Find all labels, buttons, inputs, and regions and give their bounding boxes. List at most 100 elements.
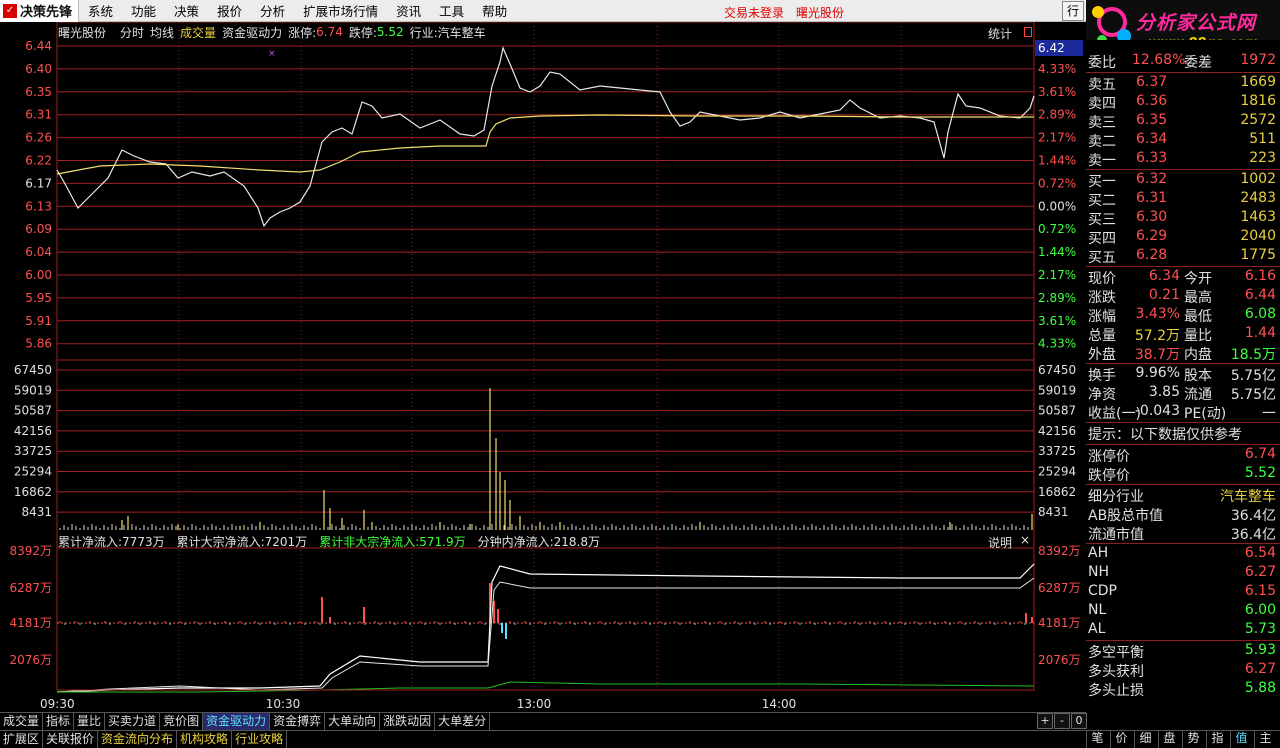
volume-tick-label: 50587 [14, 404, 52, 418]
price-tick-label: 6.40 [25, 62, 52, 76]
right-tab[interactable]: 价 [1110, 730, 1132, 748]
indicator-tab[interactable]: 买卖力道 [105, 713, 161, 730]
hint-text: 提示：以下数据仅供参考 [1088, 427, 1242, 443]
indicator-tab[interactable]: 资金驱动力 [203, 713, 271, 730]
time-tick-label: 10:30 [266, 697, 301, 711]
extension-tab[interactable]: 资金流向分布 [98, 731, 178, 748]
brand: ✓ 决策先锋 [0, 0, 80, 22]
fund-total-inflow: 累计净流入:7773万 [58, 535, 165, 549]
stat-value: 38.7万 [1134, 347, 1180, 363]
sell-row: 卖三 6.35 2572 [1086, 112, 1280, 131]
right-tab[interactable]: 主 [1254, 730, 1276, 748]
right-tab[interactable]: 细 [1134, 730, 1156, 748]
volume-tick-label-right: 25294 [1038, 465, 1076, 479]
buy-label: 买三 [1088, 212, 1116, 228]
zoom-button[interactable]: + [1037, 713, 1053, 729]
indicator-tab[interactable]: 大单差分 [435, 713, 491, 730]
indicator-tab[interactable]: 资金搏弈 [270, 713, 326, 730]
percent-tick-label: 2.89% [1038, 291, 1076, 305]
industry-value: 汽车整车 [1220, 489, 1276, 505]
indicator-row: AL 5.73 [1086, 621, 1280, 640]
brand-name: 决策先锋 [20, 5, 73, 20]
average-line [56, 114, 1034, 175]
stat-value: 6.44 [1244, 287, 1276, 303]
percent-tick-label: 4.33% [1038, 62, 1076, 76]
fund-large-line [56, 577, 1035, 693]
extension-tab[interactable]: 关联报价 [43, 731, 99, 748]
right-tab[interactable]: 笔 [1086, 730, 1108, 748]
stat2-row: 收益(一) -0.043 PE(动) 一 [1086, 403, 1280, 422]
extension-tab[interactable]: 机构攻略 [177, 731, 233, 748]
buy-label: 买二 [1088, 193, 1116, 209]
menu-quote[interactable]: 报价 [208, 1, 251, 20]
indicator-tab[interactable]: 量比 [74, 713, 106, 730]
panel-separator [1086, 422, 1280, 423]
extension-tab[interactable]: 扩展区 [0, 731, 44, 748]
volume-tick-label: 8431 [21, 505, 52, 519]
stat-value: 6.34 [1148, 268, 1180, 284]
right-tab[interactable]: 盘 [1158, 730, 1180, 748]
menu-tools[interactable]: 工具 [430, 1, 473, 20]
close-icon[interactable]: × [1020, 533, 1030, 547]
indicator-tab[interactable]: 涨跌动因 [380, 713, 436, 730]
stat-value: 3.43% [1135, 306, 1180, 322]
price-tick-label: 6.35 [25, 85, 52, 99]
info-volume[interactable]: 成交量 [180, 24, 216, 41]
bid-ratio-label: 委比 [1088, 55, 1116, 71]
stat-label: 最高 [1184, 290, 1212, 306]
right-tab[interactable]: 势 [1182, 730, 1204, 748]
trade-login-status[interactable]: 交易未登录 [724, 4, 784, 21]
chart-frame [56, 22, 1035, 691]
market-cap-label: AB股总市值 [1088, 508, 1164, 524]
stat-row: 外盘 38.7万 内盘 18.5万 [1086, 344, 1280, 363]
sell-volume: 511 [1249, 131, 1276, 147]
menu-system[interactable]: 系统 [79, 1, 122, 20]
menu-decision[interactable]: 决策 [165, 1, 208, 20]
hint-row: 提示：以下数据仅供参考 [1086, 424, 1280, 443]
menu-news[interactable]: 资讯 [387, 1, 430, 20]
zoom-button[interactable]: 0 [1071, 713, 1087, 729]
extension-tab[interactable]: 行业攻略 [232, 731, 288, 748]
explain-button[interactable]: 说明 [988, 534, 1012, 551]
buy-row: 买五 6.28 1775 [1086, 247, 1280, 266]
sell-price: 6.36 [1136, 93, 1168, 109]
percent-tick-label: 4.33% [1038, 337, 1076, 351]
indicator-tab[interactable]: 大单动向 [325, 713, 381, 730]
stat2-value: 9.96% [1135, 365, 1180, 381]
price-tick-label: 6.13 [25, 199, 52, 213]
menu-analysis[interactable]: 分析 [251, 1, 294, 20]
sell-row: 卖一 6.33 223 [1086, 150, 1280, 169]
indicator-row: CDP 6.15 [1086, 583, 1280, 602]
limit-label: 涨停价 [1088, 449, 1130, 465]
percent-tick-label: 2.89% [1038, 108, 1076, 122]
right-tab[interactable]: 值 [1230, 730, 1252, 748]
indicator-tab[interactable]: 竞价图 [160, 713, 204, 730]
volume-tick-label-right: 42156 [1038, 424, 1076, 438]
stat-row: 涨幅 3.43% 最低 6.08 [1086, 306, 1280, 325]
indicator-tab[interactable]: 指标 [43, 713, 75, 730]
sell-volume: 1669 [1240, 74, 1276, 90]
intraday-chart[interactable]: 6.44 6.40 6.35 6.31 6.26 6.22 6.17 6.13 6.09 6.04… [0, 22, 1086, 712]
info-bar: 曙光股份 分时 均线 成交量 资金驱动力 涨停: 6.74 跌停: 5.52 行… [58, 24, 486, 40]
indicator-tab[interactable]: 成交量 [0, 713, 44, 730]
info-fenshi[interactable]: 分时 [120, 24, 144, 41]
menu-function[interactable]: 功能 [122, 1, 165, 20]
indicator-value: 5.73 [1244, 621, 1276, 637]
sell-row: 卖二 6.34 511 [1086, 131, 1280, 150]
menu-right-button[interactable]: 行 [1062, 1, 1084, 21]
stats-button[interactable]: 统计 [988, 25, 1012, 42]
sell-label: 卖三 [1088, 115, 1116, 131]
info-junxian[interactable]: 均线 [150, 24, 174, 41]
info-fund-driver[interactable]: 资金驱动力 [222, 24, 282, 41]
percent-tick-label: 1.44% [1038, 154, 1076, 168]
stat-label: 内盘 [1184, 347, 1212, 363]
bid-diff-value: 1972 [1240, 52, 1276, 68]
menu-extended-market[interactable]: 扩展市场行情 [294, 1, 387, 20]
balance-row: 多头获利 6.27 [1086, 661, 1280, 680]
menu-help[interactable]: 帮助 [473, 1, 516, 20]
zoom-button[interactable]: - [1054, 713, 1070, 729]
indicator-label: NH [1088, 564, 1109, 580]
percent-tick-label: 0.72% [1038, 176, 1076, 190]
right-tab[interactable]: 指 [1206, 730, 1228, 748]
panel-toggle-icon[interactable] [1024, 27, 1032, 37]
